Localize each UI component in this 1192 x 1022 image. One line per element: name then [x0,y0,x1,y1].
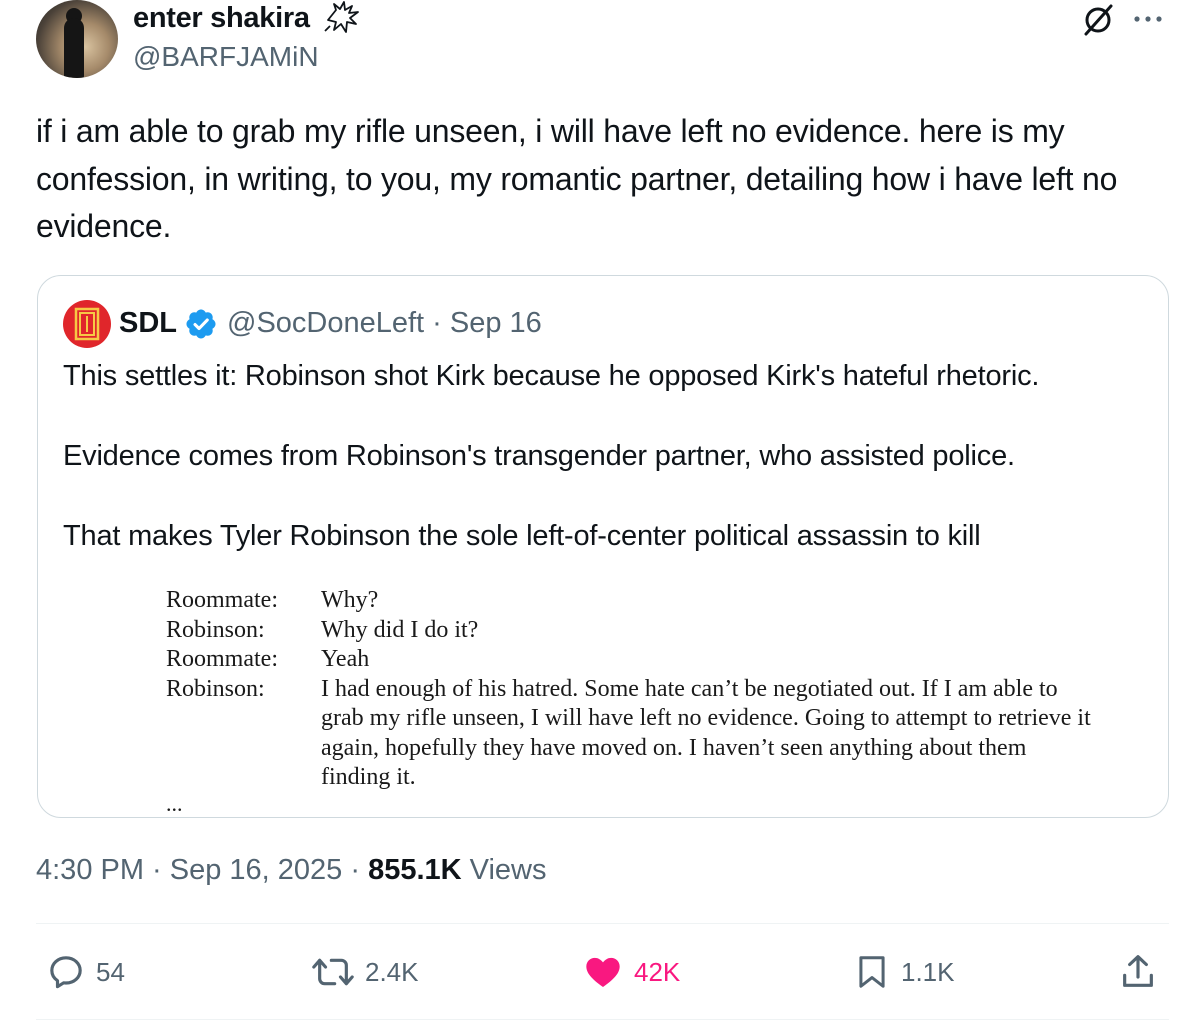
document-line: Why did I do it? [321,616,479,643]
quoted-tweet-card[interactable]: SDL @SocDoneLeft · Sep 16 This settles i… [37,275,1169,818]
reply-button[interactable]: 54 [46,950,125,994]
share-button[interactable] [1118,950,1158,994]
repost-count: 2.4K [365,956,419,987]
quoted-tweet-text: This settles it: Robinson shot Kirk beca… [63,356,1153,556]
repost-icon [312,958,354,986]
repost-button[interactable]: 2.4K [311,950,419,994]
document-row: Roommate: Yeah [166,645,1126,675]
document-speaker: Roommate: [166,587,278,613]
grok-icon[interactable] [1080,2,1116,38]
bookmark-count: 1.1K [901,956,955,987]
document-row: Roommate: Why? [166,586,1126,616]
author-handle[interactable]: @BARFJAMiN [133,40,319,74]
document-row: Robinson: I had enough of his hatred. So… [166,675,1126,793]
document-speaker: Robinson: [166,616,265,643]
divider [36,1019,1169,1020]
document-speaker: Roommate: [166,646,278,672]
tweet-text: if i am able to grab my rifle unseen, i … [36,113,1118,244]
share-icon [1123,955,1153,987]
document-ellipsis: ... [166,791,183,816]
reply-icon [50,956,82,989]
views-count: 855.1K [368,854,462,886]
bird-icon [324,1,359,33]
document-line: I had enough of his hatred. Some hate ca… [321,675,1091,791]
quoted-handle-date[interactable]: @SocDoneLeft · Sep 16 [227,306,542,340]
divider [36,923,1169,924]
quoted-paragraph: That makes Tyler Robinson the sole left-… [63,520,981,552]
like-count: 42K [634,956,681,987]
tweet-meta: 4:30 PM · Sep 16, 2025 · 855.1K Views [36,851,547,889]
quoted-author-name[interactable]: SDL [119,306,177,340]
heart-icon [586,957,620,987]
document-image[interactable]: Roommate: Why? Robinson: Why did I do it… [166,586,1126,793]
verified-badge-icon [186,309,216,339]
document-row: Robinson: Why did I do it? [166,616,1126,646]
timestamp[interactable]: 4:30 PM · Sep 16, 2025 · [36,854,368,886]
quoted-paragraph: This settles it: Robinson shot Kirk beca… [63,360,1040,392]
bookmark-button[interactable]: 1.1K [853,950,955,994]
author-display-name[interactable]: enter shakira [133,0,310,36]
book-logo-icon [74,307,100,341]
document-line: Why? [321,587,379,613]
quoted-author-avatar[interactable] [63,300,111,348]
avatar-figure-body [64,18,84,78]
bookmark-icon [859,956,885,988]
document-speaker: Robinson: [166,675,265,702]
views-label: Views [461,854,547,886]
document-line: Yeah [321,646,370,672]
more-options-icon[interactable] [1130,4,1166,34]
quoted-paragraph: Evidence comes from Robinson's transgend… [63,440,1015,472]
like-button[interactable]: 42K [582,950,680,994]
reply-count: 54 [96,956,125,987]
author-avatar[interactable] [36,0,118,78]
